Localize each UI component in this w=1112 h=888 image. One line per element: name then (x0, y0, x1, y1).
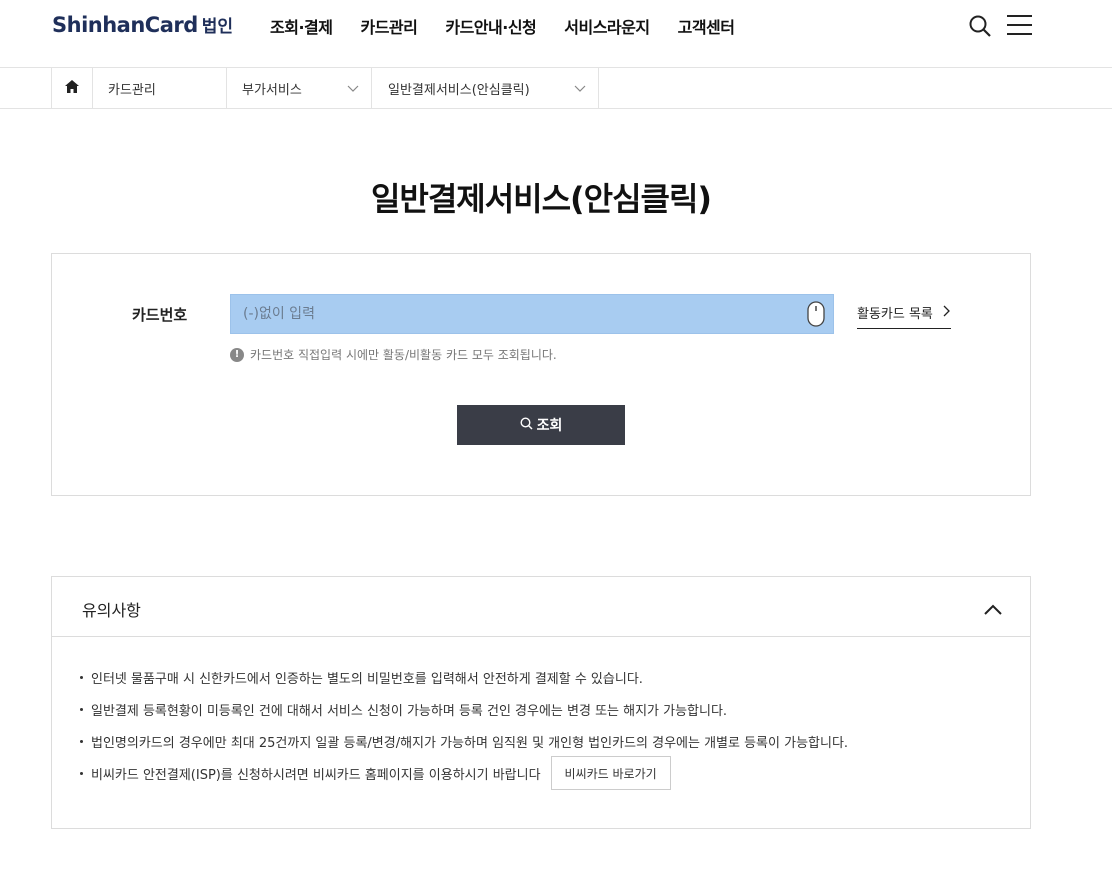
search-button-label: 조회 (536, 418, 563, 434)
notes-title: 유의사항 (82, 601, 141, 620)
card-search-panel: 카드번호 활동카드 목록 ! 카드번호 직접입력 시에만 활동/비활동 카드 모… (51, 253, 1031, 496)
bullet-icon (80, 771, 83, 775)
breadcrumb-label: 카드관리 (108, 82, 156, 98)
active-cards-link-label: 활동카드 목록 (857, 307, 933, 322)
chevron-right-icon (933, 305, 950, 321)
list-item: 비씨카드 안전결제(ISP)를 신청하시려면 비씨카드 홈페이지를 이용하시기 … (80, 756, 848, 790)
logo-sub-text: 법인 (201, 17, 234, 37)
nav-item-customer-center[interactable]: 고객센터 (678, 14, 735, 38)
notice-text: 카드번호 직접입력 시에만 활동/비활동 카드 모두 조회됩니다. (250, 348, 557, 362)
nav-item-service-lounge[interactable]: 서비스라운지 (564, 14, 650, 38)
main-nav: 조회·결제 카드관리 카드안내·신청 서비스라운지 고객센터 (270, 14, 762, 38)
notes-list: 인터넷 물품구매 시 신한카드에서 인증하는 별도의 비밀번호를 입력해서 안전… (80, 661, 848, 790)
home-icon (65, 79, 79, 97)
breadcrumb-item-card-management[interactable]: 카드관리 (93, 68, 227, 108)
list-item: 인터넷 물품구매 시 신한카드에서 인증하는 별도의 비밀번호를 입력해서 안전… (80, 661, 848, 693)
search-button[interactable]: 조회 (457, 405, 625, 445)
list-item: 법인명의카드의 경우에만 최대 25건까지 일괄 등록/변경/해지가 가능하며 … (80, 725, 848, 757)
bc-card-shortcut-button[interactable]: 비씨카드 바로가기 (550, 756, 671, 790)
nav-item-card-management[interactable]: 카드관리 (360, 14, 417, 38)
chevron-down-icon (347, 82, 359, 97)
bullet-icon (80, 675, 83, 679)
chevron-up-icon[interactable] (984, 601, 1002, 615)
breadcrumb-label: 부가서비스 (242, 82, 302, 98)
breadcrumb: 카드관리 부가서비스 일반결제서비스(안심클릭) (0, 68, 1112, 109)
notes-panel: 유의사항 인터넷 물품구매 시 신한카드에서 인증하는 별도의 비밀번호를 입력… (51, 576, 1031, 829)
chevron-down-icon (574, 82, 586, 97)
input-notice: ! 카드번호 직접입력 시에만 활동/비활동 카드 모두 조회됩니다. (230, 346, 557, 363)
mouse-icon[interactable] (807, 301, 825, 327)
notes-header[interactable]: 유의사항 (52, 577, 1030, 637)
search-icon[interactable] (968, 14, 992, 38)
bullet-icon (80, 707, 83, 711)
info-icon: ! (230, 347, 244, 362)
nav-item-inquiry-payment[interactable]: 조회·결제 (270, 14, 333, 38)
logo-text: ShinhanCard (52, 13, 198, 37)
search-icon (520, 416, 537, 434)
list-item: 일반결제 등록현황이 미등록인 건에 대해서 서비스 신청이 가능하며 등록 건… (80, 693, 848, 725)
bullet-icon (80, 739, 83, 743)
site-header: ShinhanCard 법인 조회·결제 카드관리 카드안내·신청 서비스라운지… (0, 0, 1112, 68)
breadcrumb-home[interactable] (51, 68, 93, 108)
card-number-input[interactable] (230, 294, 834, 334)
page-title: 일반결제서비스(안심클릭) (370, 180, 712, 218)
active-cards-link[interactable]: 활동카드 목록 (857, 303, 951, 329)
breadcrumb-dropdown-current-page[interactable]: 일반결제서비스(안심클릭) (372, 68, 599, 108)
logo[interactable]: ShinhanCard 법인 (52, 12, 233, 40)
hamburger-menu-icon[interactable] (1007, 14, 1032, 36)
card-number-label: 카드번호 (132, 306, 188, 324)
breadcrumb-dropdown-additional-services[interactable]: 부가서비스 (227, 68, 372, 108)
breadcrumb-label: 일반결제서비스(안심클릭) (388, 82, 530, 98)
nav-item-card-guide[interactable]: 카드안내·신청 (445, 14, 536, 38)
